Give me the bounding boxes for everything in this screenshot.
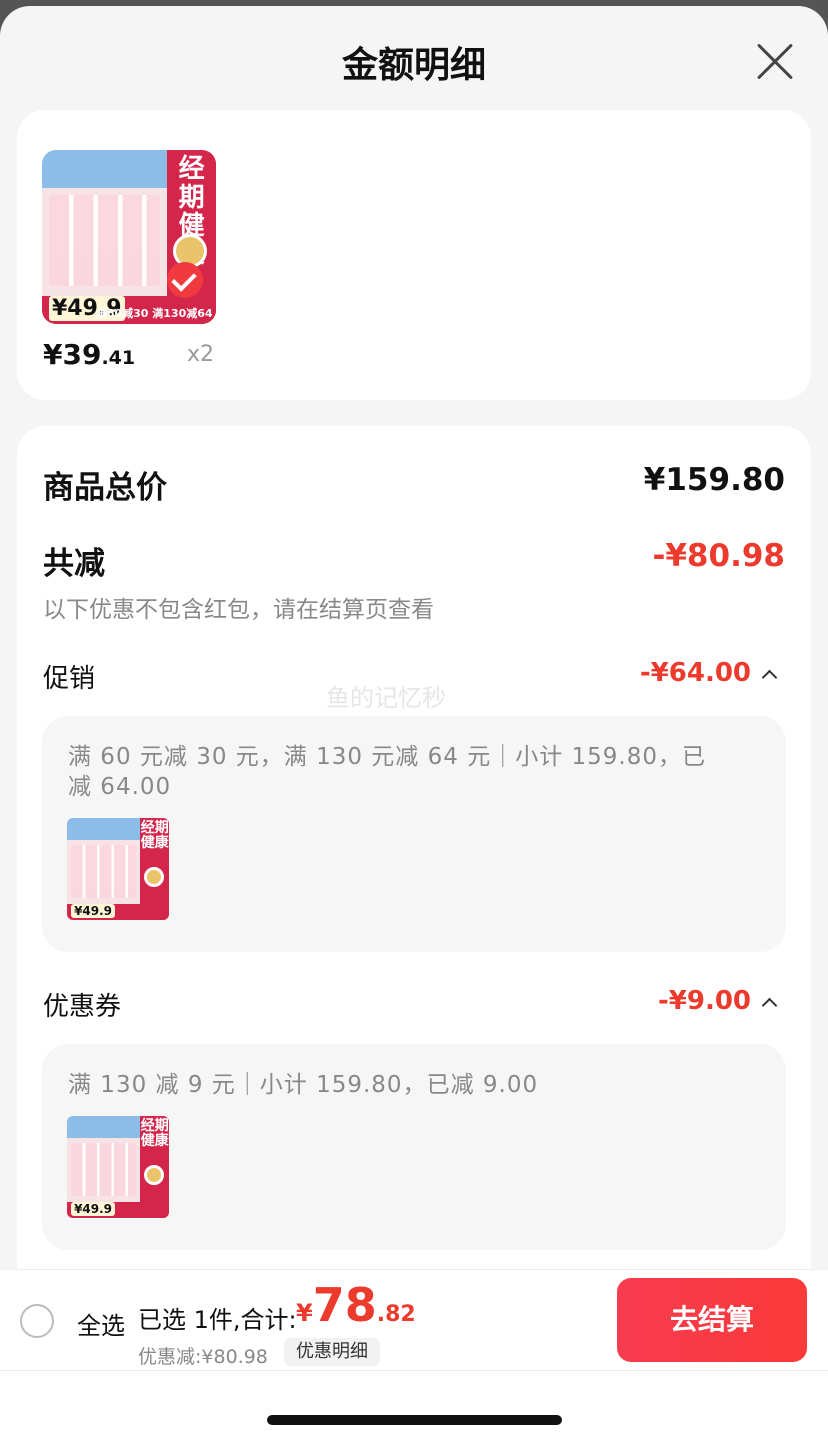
- total-yen: ¥: [296, 1299, 313, 1327]
- promo-detail-box: 满 60 元减 30 元，满 130 元减 64 元｜小计 159.80，已减 …: [42, 716, 786, 952]
- promo-label: 促销: [43, 664, 96, 694]
- coupon-thumb-side-text: 经期健康: [140, 1118, 169, 1150]
- total-value: ¥159.80: [643, 462, 785, 498]
- discount-value: -¥80.98: [652, 538, 786, 574]
- coupon-value: -¥9.00: [657, 986, 751, 1016]
- product-promo-text: 满60减30 满130减64: [95, 306, 213, 320]
- coupon-thumb-banner: [67, 1116, 141, 1139]
- coupon-label: 优惠券: [43, 992, 122, 1022]
- promo-value: -¥64.00: [639, 658, 751, 688]
- select-all-label[interactable]: 全选: [77, 1306, 125, 1341]
- amount-detail-sheet: 金额明细 经期健康 ¥49.9 满60减30 满130减64 ¥39.41 x2…: [0, 6, 828, 1442]
- coupon-thumb-packs: [71, 1142, 137, 1196]
- bar-divider: [0, 1370, 828, 1371]
- coupon-thumb-price: ¥49.9: [71, 1201, 116, 1216]
- saved-amount: 优惠减:¥80.98: [138, 1346, 268, 1368]
- checkout-bar: 全选 已选 1件,合计: ¥78.82 优惠减:¥80.98 优惠明细 去结算: [0, 1269, 828, 1442]
- watermark-text: 鱼的记忆秒: [326, 684, 446, 712]
- selection-summary: 已选 1件,合计:: [138, 1306, 297, 1334]
- promo-thumb-side-text: 经期健康: [140, 820, 169, 852]
- product-price-dec: .41: [101, 347, 136, 369]
- promo-thumb-packs: [71, 844, 137, 898]
- coupon-detail-box: 满 130 减 9 元｜小计 159.80，已减 9.00 经期健康 ¥49.9: [42, 1044, 786, 1250]
- close-icon[interactable]: [756, 42, 794, 80]
- product-image[interactable]: 经期健康 ¥49.9 满60减30 满130减64: [42, 150, 216, 324]
- total-price: ¥78.82: [296, 1278, 416, 1332]
- product-packs: [48, 195, 161, 286]
- coupon-chevron-up-icon[interactable]: [761, 997, 778, 1014]
- product-quantity: x2: [187, 342, 215, 367]
- sheet-header: 金额明细: [0, 6, 828, 110]
- product-banner: [42, 150, 168, 189]
- total-label: 商品总价: [43, 470, 167, 506]
- product-card: 经期健康 ¥49.9 满60减30 满130减64 ¥39.41 x2: [17, 110, 811, 400]
- promo-thumb-seal-icon: [143, 866, 164, 888]
- select-all-radio[interactable]: [20, 1304, 54, 1338]
- coupon-thumb-seal-icon: [143, 1164, 164, 1186]
- selected-check-icon[interactable]: [167, 262, 203, 298]
- home-indicator[interactable]: [267, 1415, 562, 1425]
- coupon-detail-text: 满 130 减 9 元｜小计 159.80，已减 9.00: [68, 1072, 539, 1098]
- discount-label: 共减: [43, 546, 105, 582]
- total-int: 78: [312, 1278, 377, 1332]
- page-title: 金额明细: [341, 45, 486, 86]
- checkout-button[interactable]: 去结算: [617, 1278, 807, 1362]
- promo-thumb-price: ¥49.9: [71, 903, 116, 918]
- discount-note: 以下优惠不包含红包，请在结算页查看: [43, 597, 434, 623]
- product-price: ¥39.41: [43, 338, 135, 371]
- total-dec: .82: [376, 1302, 416, 1327]
- coupon-product-image[interactable]: 经期健康 ¥49.9: [67, 1116, 169, 1218]
- promo-thumb-banner: [67, 818, 141, 841]
- discount-detail-button[interactable]: 优惠明细: [284, 1338, 380, 1366]
- promo-detail-text: 满 60 元减 30 元，满 130 元减 64 元｜小计 159.80，已减 …: [68, 744, 706, 800]
- product-price-int: ¥39: [43, 338, 102, 371]
- promo-chevron-up-icon[interactable]: [761, 669, 778, 686]
- promo-product-image[interactable]: 经期健康 ¥49.9: [67, 818, 169, 920]
